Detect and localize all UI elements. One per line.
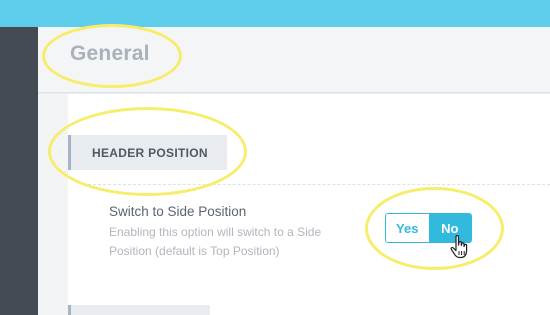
admin-sidebar [0, 27, 38, 315]
section-divider [88, 184, 550, 185]
hand-pointer-icon [450, 235, 468, 259]
page-header: General [38, 27, 550, 93]
section-header-position: HEADER POSITION [68, 135, 227, 170]
option-title: Switch to Side Position [109, 204, 247, 219]
option-description: Enabling this option will switch to a Si… [109, 225, 322, 258]
toggle-yes-button[interactable]: Yes [386, 214, 429, 242]
top-bar [0, 0, 550, 27]
section-label: HEADER POSITION [92, 146, 208, 160]
page-title: General [70, 42, 150, 65]
next-section-tab [68, 305, 210, 315]
